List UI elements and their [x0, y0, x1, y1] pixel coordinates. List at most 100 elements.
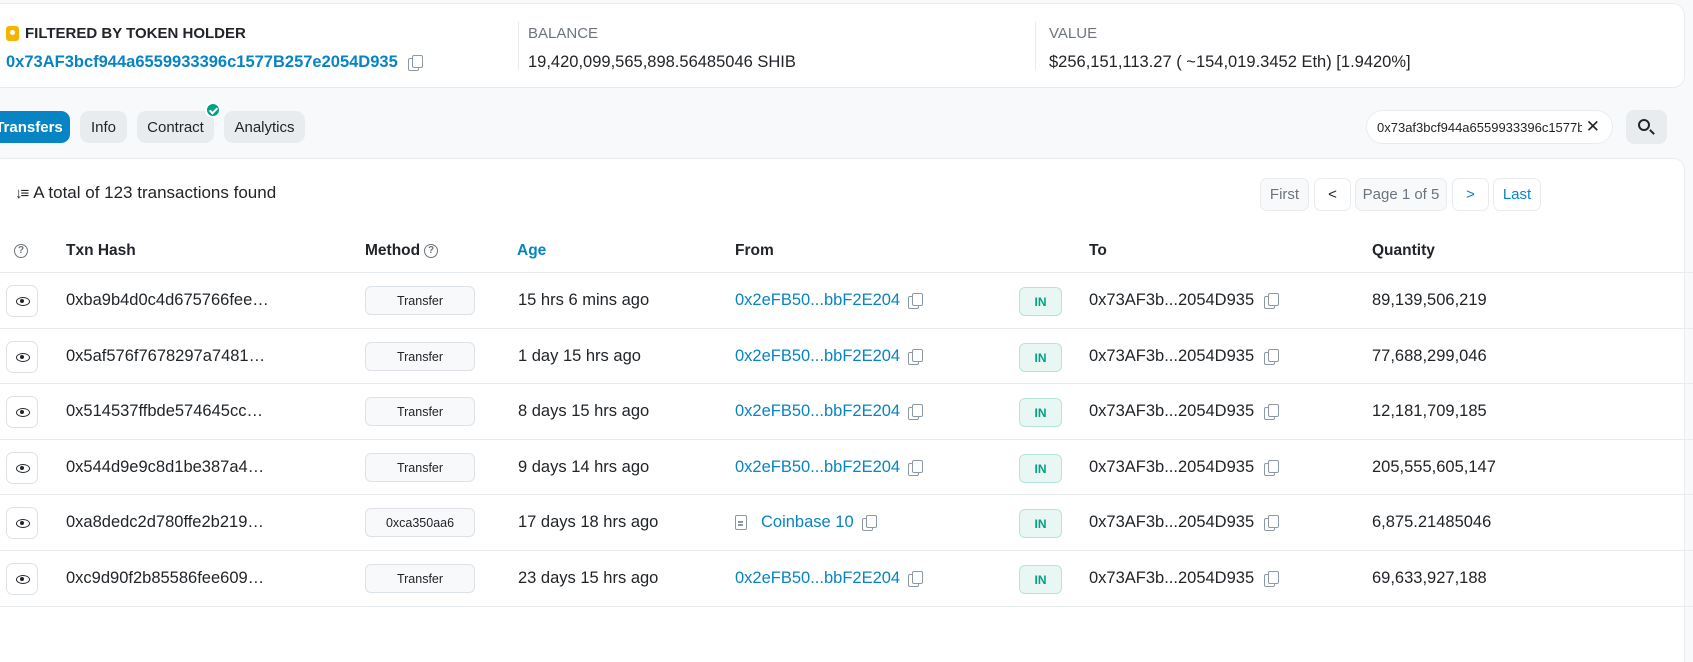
table-row: 0x514537ffbde574645cc… Transfer 8 days 15 …: [0, 384, 1693, 439]
txn-hash-link[interactable]: 0x514537ffbde574645cc…: [66, 384, 263, 439]
copy-icon[interactable]: [908, 293, 924, 309]
pagination-next-button[interactable]: >: [1452, 178, 1489, 211]
view-details-button[interactable]: [6, 452, 38, 484]
search-button[interactable]: [1626, 110, 1667, 144]
from-cell: Coinbase 10: [735, 495, 877, 550]
column-age[interactable]: Age: [517, 241, 546, 261]
value-column: VALUE $256,151,113.27 ( ~154,019.3452 Et…: [1049, 22, 1411, 74]
holder-address-row: 0x73AF3bcf944a6559933396c1577B257e2054D9…: [6, 50, 423, 74]
method-badge: Transfer: [365, 397, 475, 426]
direction-badge: IN: [1019, 287, 1062, 316]
direction-badge: IN: [1019, 565, 1062, 594]
close-icon[interactable]: ✕: [1586, 118, 1600, 135]
eye-icon: [16, 353, 30, 362]
help-icon[interactable]: ?: [424, 244, 439, 258]
tab-transfers[interactable]: Transfers: [0, 111, 70, 143]
copy-icon[interactable]: [1264, 293, 1280, 309]
tab-info[interactable]: Info: [80, 111, 127, 143]
eye-icon: [16, 408, 30, 417]
from-cell: 0x2eFB50...bbF2E204: [735, 440, 924, 495]
pagination-last-button[interactable]: Last: [1493, 178, 1541, 211]
to-cell: 0x73AF3b...2054D935: [1089, 440, 1280, 495]
copy-icon[interactable]: [1264, 349, 1280, 365]
contract-icon: [735, 515, 747, 530]
copy-icon[interactable]: [861, 515, 877, 531]
direction-badge: IN: [1019, 509, 1062, 538]
quantity-cell: 205,555,605,147: [1372, 458, 1496, 476]
copy-icon[interactable]: [908, 404, 924, 420]
table-row: 0xa8dedc2d780ffe2b219… 0xca350aa6 17 days …: [0, 495, 1693, 550]
copy-icon[interactable]: [1264, 404, 1280, 420]
column-method: Method ?: [365, 241, 439, 261]
txn-hash-link[interactable]: 0xa8dedc2d780ffe2b219…: [66, 495, 264, 550]
copy-icon[interactable]: [1264, 515, 1280, 531]
from-address-link[interactable]: Coinbase 10: [761, 513, 854, 532]
age-cell: 1 day 15 hrs ago: [518, 347, 641, 365]
from-address-link[interactable]: 0x2eFB50...bbF2E204: [735, 458, 900, 477]
row-divider: [0, 606, 1693, 607]
age-cell: 8 days 15 hrs ago: [518, 402, 650, 420]
verified-check-icon: [205, 102, 221, 118]
txn-hash-link[interactable]: 0xc9d90f2b85586fee609…: [66, 551, 264, 606]
to-address: 0x73AF3b...2054D935: [1089, 569, 1255, 587]
quantity-cell: 6,875.21485046: [1372, 513, 1492, 531]
to-cell: 0x73AF3b...2054D935: [1089, 384, 1280, 439]
column-txn-hash: Txn Hash: [66, 242, 136, 259]
from-address-link[interactable]: 0x2eFB50...bbF2E204: [735, 291, 900, 310]
from-address-link[interactable]: 0x2eFB50...bbF2E204: [735, 347, 900, 366]
help-icon: ?: [14, 244, 28, 258]
column-method-label: Method: [365, 242, 421, 259]
column-info-header[interactable]: ?: [14, 241, 28, 261]
quantity-cell: 12,181,709,185: [1372, 402, 1487, 420]
to-cell: 0x73AF3b...2054D935: [1089, 329, 1280, 384]
txn-hash-link[interactable]: 0x5af576f7678297a7481…: [66, 329, 265, 384]
method-badge: Transfer: [365, 342, 475, 371]
view-details-button[interactable]: [6, 563, 38, 595]
to-address: 0x73AF3b...2054D935: [1089, 458, 1255, 476]
copy-icon[interactable]: [908, 571, 924, 587]
txn-hash-link[interactable]: 0xba9b4d0c4d675766fee…: [66, 273, 269, 328]
holder-address-link[interactable]: 0x73AF3bcf944a6559933396c1577B257e2054D9…: [6, 53, 398, 72]
transaction-summary: ↓≡ A total of 123 transactions found: [15, 183, 276, 203]
copy-icon[interactable]: [908, 460, 924, 476]
address-filter-value: 0x73af3bcf944a6559933396c1577b257e2054d9…: [1377, 119, 1582, 135]
age-cell: 17 days 18 hrs ago: [518, 513, 659, 531]
value-amount: $256,151,113.27 ( ~154,019.3452 Eth) [1.…: [1049, 52, 1411, 71]
to-address: 0x73AF3b...2054D935: [1089, 513, 1255, 531]
chevron-left-icon: <: [1328, 186, 1337, 203]
column-quantity: Quantity: [1372, 242, 1435, 259]
from-cell: 0x2eFB50...bbF2E204: [735, 384, 924, 439]
direction-badge: IN: [1019, 398, 1062, 427]
sort-icon: ↓≡: [15, 184, 29, 202]
view-details-button[interactable]: [6, 341, 38, 373]
method-badge: Transfer: [365, 453, 475, 482]
pagination-first-button[interactable]: First: [1260, 178, 1309, 211]
table-row: 0x5af576f7678297a7481… Transfer 1 day 15 h…: [0, 329, 1693, 384]
to-cell: 0x73AF3b...2054D935: [1089, 551, 1280, 606]
to-cell: 0x73AF3b...2054D935: [1089, 273, 1280, 328]
divider: [1035, 22, 1036, 70]
holder-column: FILTERED BY TOKEN HOLDER 0x73AF3bcf944a6…: [6, 22, 423, 74]
table-row: 0xc9d90f2b85586fee609… Transfer 23 days 15…: [0, 551, 1693, 606]
eye-icon: [16, 575, 30, 584]
eye-icon: [16, 519, 30, 528]
eye-icon: [16, 464, 30, 473]
tab-analytics[interactable]: Analytics: [224, 111, 305, 143]
view-details-button[interactable]: [6, 396, 38, 428]
tab-contract-label: Contract: [147, 118, 204, 136]
search-icon: [1638, 119, 1650, 131]
method-badge: Transfer: [365, 564, 475, 593]
copy-icon[interactable]: [908, 349, 924, 365]
copy-icon[interactable]: [1264, 571, 1280, 587]
view-details-button[interactable]: [6, 285, 38, 317]
copy-icon[interactable]: [1264, 460, 1280, 476]
tab-contract[interactable]: Contract: [137, 102, 221, 143]
from-address-link[interactable]: 0x2eFB50...bbF2E204: [735, 569, 900, 588]
pagination-page-indicator: Page 1 of 5: [1355, 178, 1447, 211]
address-filter-pill[interactable]: 0x73af3bcf944a6559933396c1577b257e2054d9…: [1366, 110, 1613, 144]
pagination-prev-button[interactable]: <: [1314, 178, 1351, 211]
txn-hash-link[interactable]: 0x544d9e9c8d1be387a4…: [66, 440, 264, 495]
from-address-link[interactable]: 0x2eFB50...bbF2E204: [735, 402, 900, 421]
copy-icon[interactable]: [407, 54, 423, 71]
view-details-button[interactable]: [6, 507, 38, 539]
